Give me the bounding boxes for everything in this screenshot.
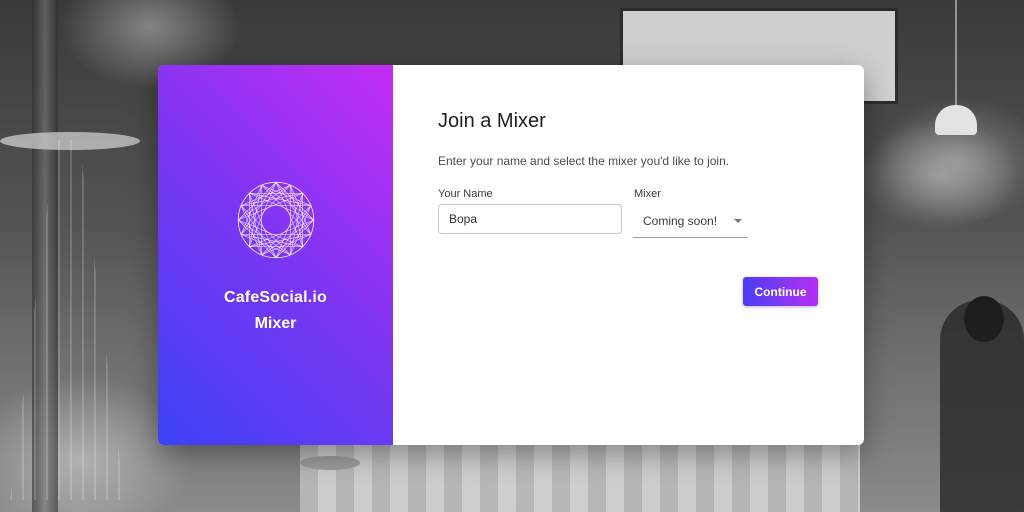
dialog-subtitle: Enter your name and select the mixer you…	[438, 154, 730, 168]
logo-line	[237, 219, 291, 256]
name-input[interactable]	[438, 204, 622, 234]
wall-panels-decoration	[300, 440, 860, 512]
logo-line	[275, 182, 314, 221]
form-panel: Join a Mixer Enter your name and select …	[393, 65, 864, 445]
mixer-select[interactable]: Coming soon!	[633, 205, 748, 238]
brand-name: CafeSocial.io	[223, 289, 328, 306]
chevron-down-icon	[734, 219, 742, 223]
table-decoration	[300, 456, 360, 470]
logo-line	[237, 182, 276, 221]
wall-plant-decoration	[860, 120, 1020, 230]
logo-line	[237, 219, 276, 258]
dialog-title: Join a Mixer	[438, 110, 546, 132]
person-head-decoration	[964, 296, 1004, 342]
logo-line	[237, 184, 291, 221]
geometric-circle-icon	[237, 181, 314, 259]
mixer-selected-value: Coming soon!	[643, 214, 718, 228]
join-mixer-dialog: CafeSocial.io Mixer Join a Mixer Enter y…	[158, 65, 864, 445]
logo-line	[275, 182, 311, 235]
logo-line	[260, 219, 314, 256]
patio-heater-decoration	[10, 140, 125, 500]
lamp-cord-decoration	[955, 0, 957, 106]
brand-panel: CafeSocial.io Mixer	[158, 65, 393, 445]
logo-line	[260, 184, 314, 221]
brand-product-name: Mixer	[254, 315, 297, 332]
name-field-label: Your Name	[438, 188, 493, 200]
mixer-field-label: Mixer	[634, 188, 661, 200]
logo-line	[240, 205, 276, 258]
logo-line	[275, 205, 311, 258]
continue-button[interactable]: Continue	[743, 277, 818, 306]
logo-line	[240, 182, 276, 235]
logo-line	[275, 219, 314, 258]
